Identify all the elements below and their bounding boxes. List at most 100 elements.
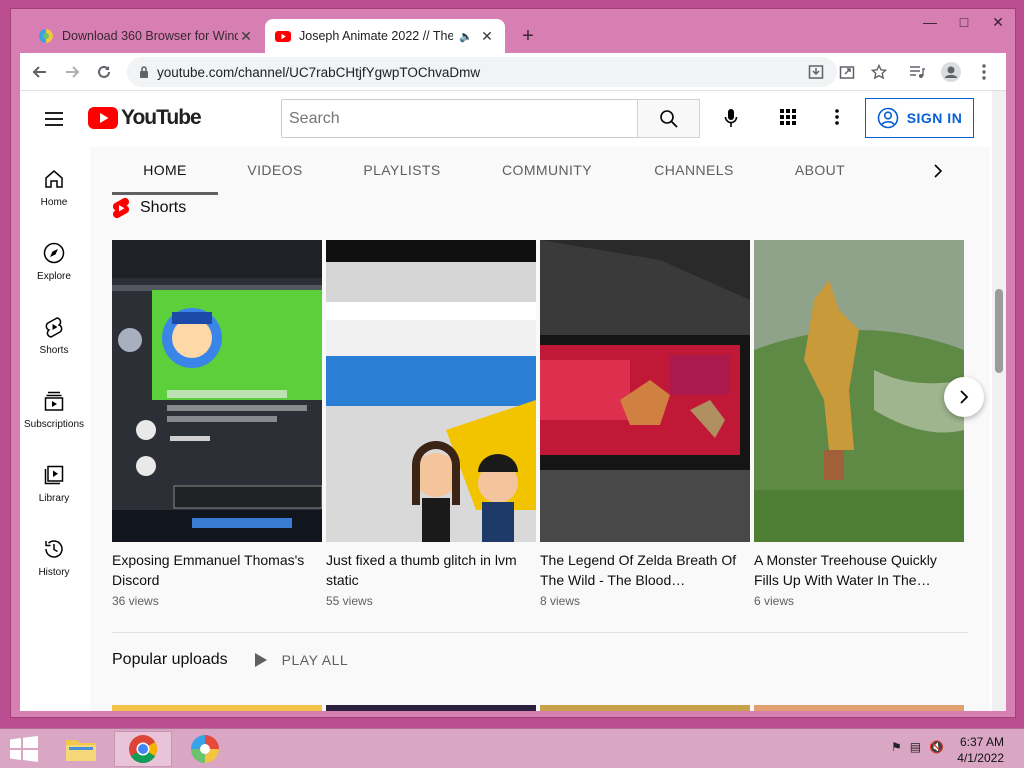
sidebar-item-shorts[interactable]: Shorts bbox=[20, 303, 88, 363]
clock-time: 6:37 AM bbox=[959, 735, 1004, 749]
video-thumbnail[interactable] bbox=[112, 705, 322, 711]
action-center-icon[interactable]: ⚑ bbox=[891, 740, 902, 754]
popular-uploads-header: Popular uploads PLAY ALL bbox=[112, 651, 348, 669]
short-thumbnail[interactable] bbox=[112, 240, 322, 542]
address-bar[interactable]: youtube.com/channel/UC7rabCHtjfYgwpTOChv… bbox=[127, 57, 837, 87]
history-icon bbox=[45, 540, 63, 558]
apps-grid-icon bbox=[780, 109, 796, 125]
short-thumbnail[interactable] bbox=[540, 240, 750, 542]
browser-toolbar: youtube.com/channel/UC7rabCHtjfYgwpTOChv… bbox=[20, 53, 1006, 91]
profile-button[interactable] bbox=[940, 61, 962, 83]
video-thumbnail[interactable] bbox=[754, 705, 964, 711]
short-views: 55 views bbox=[326, 594, 373, 608]
play-all-button[interactable]: PLAY ALL bbox=[254, 652, 349, 668]
taskbar-chrome[interactable] bbox=[114, 731, 172, 767]
short-card[interactable]: Just fixed a thumb glitch in lvm static … bbox=[326, 240, 536, 608]
search-box[interactable] bbox=[281, 99, 638, 138]
short-card[interactable]: Exposing Emmanuel Thomas's Discord 36 vi… bbox=[112, 240, 322, 608]
install-app-button[interactable] bbox=[805, 61, 827, 83]
browser-menu-button[interactable] bbox=[973, 61, 995, 83]
volume-muted-icon[interactable]: 🔇 bbox=[929, 740, 944, 754]
short-views: 6 views bbox=[754, 594, 795, 608]
short-card[interactable]: A Monster Treehouse Quickly Fills Up Wit… bbox=[754, 240, 964, 608]
new-tab-button[interactable]: + bbox=[515, 23, 541, 49]
page-scrollbar[interactable] bbox=[992, 91, 1006, 711]
tabs-scroll-right-button[interactable] bbox=[926, 159, 950, 183]
tab-title: Joseph Animate 2022 // The bbox=[299, 29, 454, 43]
zelda-game-image bbox=[540, 240, 750, 542]
library-icon bbox=[44, 465, 64, 485]
sidebar-item-label: Shorts bbox=[39, 345, 69, 356]
forward-arrow-icon bbox=[66, 66, 80, 78]
sidebar-item-subscriptions[interactable]: Subscriptions bbox=[20, 377, 88, 437]
start-button[interactable] bbox=[10, 736, 38, 762]
system-clock[interactable]: 6:37 AM 4/1/2022 bbox=[957, 734, 1004, 766]
tab-playlists[interactable]: PLAYLISTS bbox=[352, 147, 452, 195]
sidebar-item-label: Subscriptions bbox=[23, 419, 85, 430]
network-icon[interactable]: ▤ bbox=[910, 740, 921, 754]
tab-about[interactable]: ABOUT bbox=[790, 147, 850, 195]
settings-menu-button[interactable] bbox=[826, 105, 848, 129]
tab-close-icon[interactable]: ✕ bbox=[238, 28, 254, 45]
short-thumbnail[interactable] bbox=[754, 240, 964, 542]
video-thumbnail[interactable] bbox=[540, 705, 750, 711]
tab-channels[interactable]: CHANNELS bbox=[650, 147, 738, 195]
folder-icon bbox=[66, 740, 96, 761]
reload-icon bbox=[98, 65, 110, 78]
scrollbar-thumb[interactable] bbox=[995, 289, 1003, 373]
download-icon bbox=[808, 65, 824, 79]
short-thumbnail[interactable] bbox=[326, 240, 536, 542]
back-button[interactable] bbox=[28, 60, 52, 84]
bookmark-button[interactable] bbox=[868, 61, 890, 83]
youtube-apps-button[interactable] bbox=[776, 105, 800, 129]
sidebar-item-history[interactable]: History bbox=[20, 525, 88, 585]
taskbar-360-browser[interactable] bbox=[176, 731, 234, 767]
search-button[interactable] bbox=[637, 99, 700, 138]
chevron-right-icon bbox=[934, 164, 943, 178]
guide-menu-button[interactable] bbox=[44, 109, 64, 129]
share-button[interactable] bbox=[836, 61, 858, 83]
taskbar-file-explorer[interactable] bbox=[52, 731, 110, 767]
tab-community[interactable]: COMMUNITY bbox=[495, 147, 599, 195]
tab-joseph-animate[interactable]: Joseph Animate 2022 // The 🔈 ✕ bbox=[265, 19, 505, 53]
sidebar-item-label: Home bbox=[40, 197, 68, 208]
tab-360-browser[interactable]: Download 360 Browser for Wind ✕ bbox=[28, 19, 264, 53]
shorts-title: Shorts bbox=[140, 199, 187, 216]
sidebar-item-label: Library bbox=[38, 493, 70, 504]
youtube-masthead: YouTube SIGN IN bbox=[20, 91, 1006, 147]
sidebar-item-library[interactable]: Library bbox=[20, 451, 88, 511]
short-title[interactable]: A Monster Treehouse Quickly Fills Up Wit… bbox=[754, 550, 964, 590]
voice-search-button[interactable] bbox=[716, 103, 746, 133]
discord-screenshot-image bbox=[112, 240, 322, 542]
compass-icon bbox=[43, 242, 65, 264]
short-title[interactable]: Just fixed a thumb glitch in lvm static bbox=[326, 550, 536, 590]
youtube-logo-icon bbox=[88, 107, 118, 129]
search-input[interactable] bbox=[289, 109, 637, 128]
speaker-icon[interactable]: 🔈 bbox=[459, 30, 473, 43]
short-views: 36 views bbox=[112, 594, 159, 608]
sidebar-item-home[interactable]: Home bbox=[20, 155, 88, 215]
youtube-wordmark: YouTube bbox=[121, 106, 202, 129]
shelf-next-button[interactable] bbox=[944, 377, 984, 417]
tab-videos[interactable]: VIDEOS bbox=[238, 147, 312, 195]
youtube-logo[interactable]: YouTube bbox=[88, 106, 202, 130]
reload-button[interactable] bbox=[92, 60, 116, 84]
shorts-heading: Shorts bbox=[112, 197, 186, 219]
sidebar-item-explore[interactable]: Explore bbox=[20, 229, 88, 289]
popular-uploads-title[interactable]: Popular uploads bbox=[112, 651, 228, 669]
short-title[interactable]: The Legend Of Zelda Breath Of The Wild -… bbox=[540, 550, 750, 590]
tab-home[interactable]: HOME bbox=[112, 147, 218, 195]
sidebar-item-label: Explore bbox=[37, 271, 71, 282]
video-thumbnail[interactable] bbox=[326, 705, 536, 711]
short-title[interactable]: Exposing Emmanuel Thomas's Discord bbox=[112, 550, 322, 590]
tab-close-icon[interactable]: ✕ bbox=[479, 28, 495, 45]
account-icon bbox=[877, 107, 898, 129]
sign-in-button[interactable]: SIGN IN bbox=[865, 98, 974, 138]
url-text: youtube.com/channel/UC7rabCHtjfYgwpTOChv… bbox=[157, 64, 481, 80]
windows-taskbar: ⚑ ▤ 🔇 6:37 AM 4/1/2022 bbox=[0, 728, 1024, 768]
vertical-dots-icon bbox=[835, 109, 839, 125]
forward-button[interactable] bbox=[60, 60, 84, 84]
short-card[interactable]: The Legend Of Zelda Breath Of The Wild -… bbox=[540, 240, 750, 608]
search-icon bbox=[659, 109, 678, 128]
media-control-button[interactable] bbox=[906, 61, 928, 83]
